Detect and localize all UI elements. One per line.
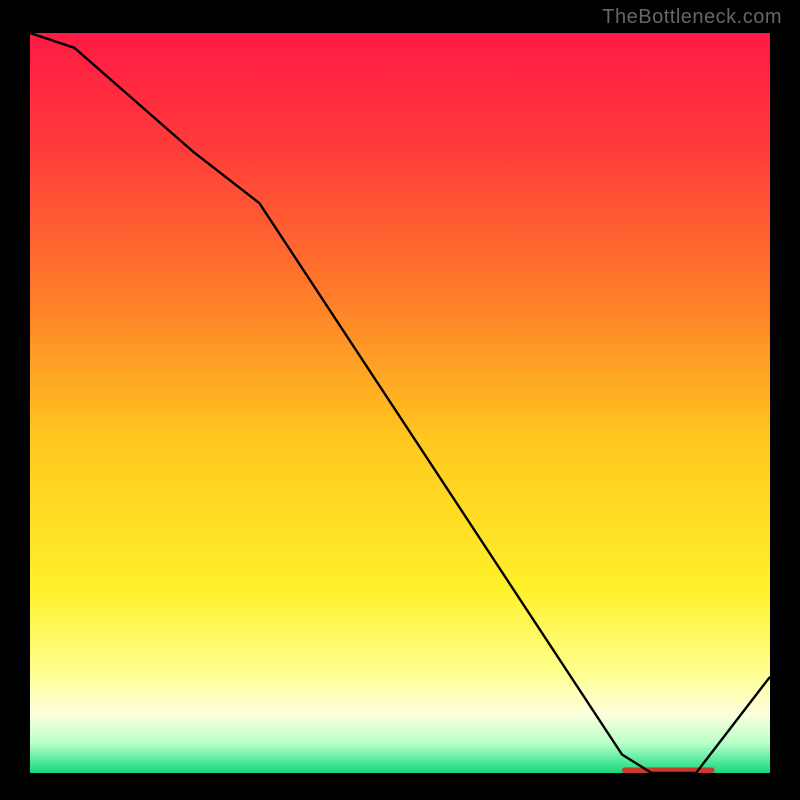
watermark-text: TheBottleneck.com [602,6,782,29]
chart-svg [30,33,770,773]
chart-background [30,33,770,773]
chart-plot-area [30,33,770,773]
